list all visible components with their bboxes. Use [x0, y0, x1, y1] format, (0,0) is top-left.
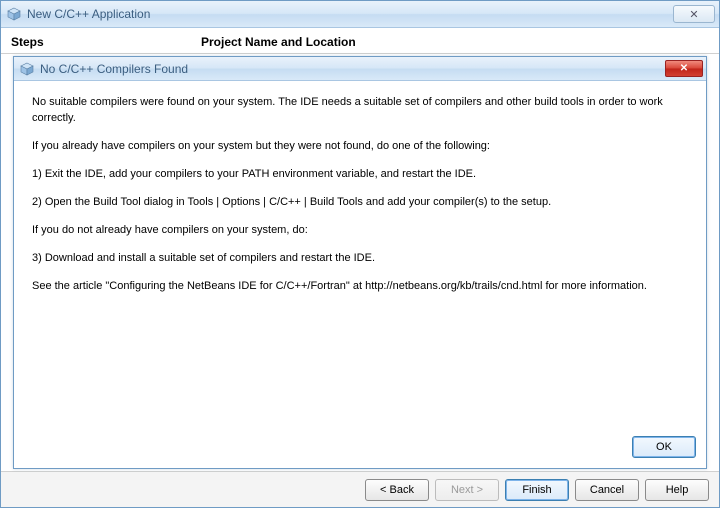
close-icon: ✕	[680, 63, 688, 74]
message-line: See the article "Configuring the NetBean…	[32, 279, 688, 295]
outer-window: New C/C++ Application ✕ Steps Project Na…	[0, 0, 720, 508]
wizard-header: Steps Project Name and Location	[1, 28, 719, 54]
next-button: Next >	[435, 479, 499, 501]
outer-close-button[interactable]: ✕	[673, 5, 715, 23]
wizard-body: No C/C++ Compilers Found ✕ No suitable c…	[1, 54, 719, 471]
wizard-location-heading: Project Name and Location	[201, 35, 356, 49]
inner-dialog-content: No suitable compilers were found on your…	[14, 81, 706, 430]
inner-titlebar[interactable]: No C/C++ Compilers Found ✕	[14, 57, 706, 81]
app-cube-icon	[7, 7, 21, 21]
inner-close-button[interactable]: ✕	[665, 60, 703, 77]
ok-button[interactable]: OK	[632, 436, 696, 458]
outer-titlebar[interactable]: New C/C++ Application ✕	[1, 1, 719, 28]
finish-button[interactable]: Finish	[505, 479, 569, 501]
message-line: 2) Open the Build Tool dialog in Tools |…	[32, 195, 688, 211]
wizard-footer: < Back Next > Finish Cancel Help	[1, 471, 719, 507]
cancel-button[interactable]: Cancel	[575, 479, 639, 501]
help-button[interactable]: Help	[645, 479, 709, 501]
inner-dialog: No C/C++ Compilers Found ✕ No suitable c…	[13, 56, 707, 469]
back-button[interactable]: < Back	[365, 479, 429, 501]
message-line: 1) Exit the IDE, add your compilers to y…	[32, 167, 688, 183]
inner-dialog-title: No C/C++ Compilers Found	[40, 62, 665, 76]
message-line: If you already have compilers on your sy…	[32, 139, 688, 155]
outer-window-title: New C/C++ Application	[27, 7, 673, 21]
message-line: If you do not already have compilers on …	[32, 223, 688, 239]
message-line: No suitable compilers were found on your…	[32, 95, 688, 127]
inner-dialog-buttons: OK	[14, 430, 706, 468]
wizard-steps-heading: Steps	[11, 35, 201, 49]
dialog-cube-icon	[20, 62, 34, 76]
message-line: 3) Download and install a suitable set o…	[32, 251, 688, 267]
close-icon: ✕	[689, 8, 698, 21]
